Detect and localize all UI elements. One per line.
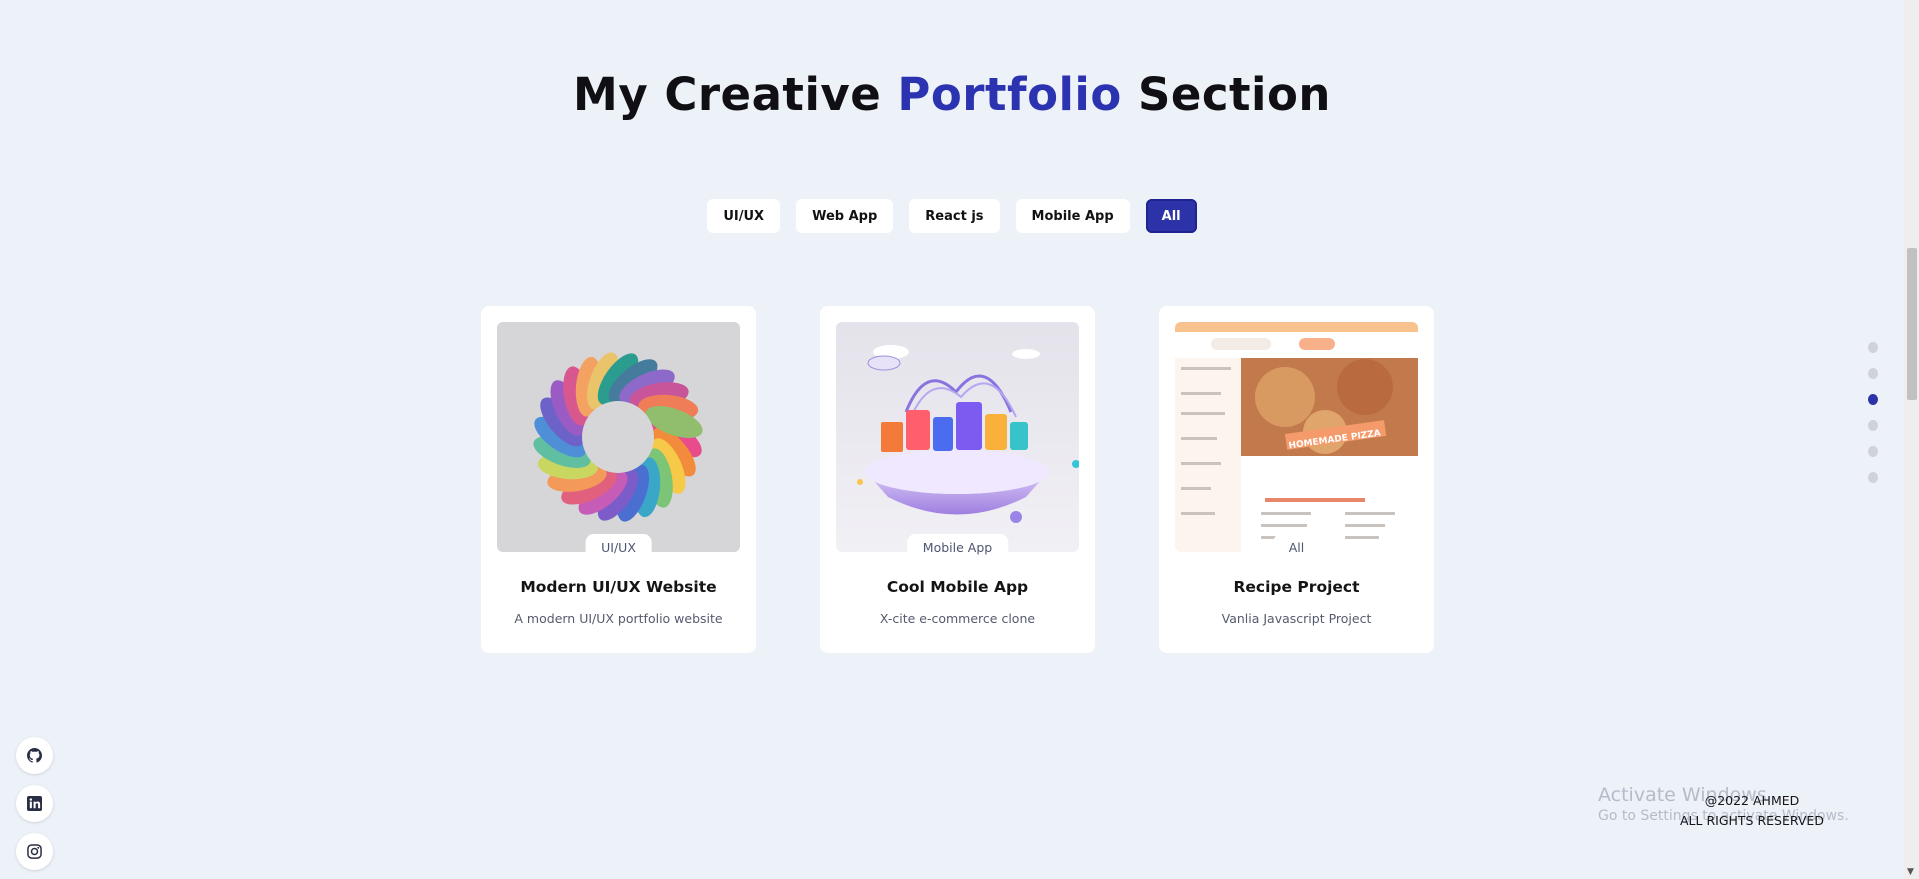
card-subtitle: X-cite e-commerce clone	[879, 611, 1036, 626]
card-title: Cool Mobile App	[886, 578, 1029, 596]
nav-dot[interactable]	[1868, 368, 1878, 379]
scroll-down-arrow-icon[interactable]: ▼	[1907, 867, 1914, 877]
card-image-play-island	[836, 322, 1079, 552]
filter-webapp-button[interactable]: Web App	[796, 199, 894, 233]
copyright-line-1: @2022 AHMED	[1704, 793, 1800, 808]
card-tag: Mobile App	[906, 534, 1009, 557]
filter-bar: UI/UX Web App React js Mobile App All	[0, 199, 1904, 233]
portfolio-grid: UI/UX Modern UI/UX Website A modern UI/U…	[481, 306, 1434, 653]
portfolio-card-uiux[interactable]: UI/UX Modern UI/UX Website A modern UI/U…	[481, 306, 756, 653]
copyright-text: @2022 AHMED ALL RIGHTS RESERVED	[1680, 791, 1824, 831]
card-tag: UI/UX	[585, 534, 652, 557]
section-title: My Creative Portfolio Section	[0, 68, 1904, 121]
nav-dot[interactable]	[1868, 472, 1878, 483]
card-title: Modern UI/UX Website	[520, 578, 717, 596]
scrollbar-thumb[interactable]	[1907, 248, 1917, 400]
card-tag: All	[1272, 534, 1321, 557]
section-title-suffix: Section	[1137, 68, 1331, 121]
portfolio-page: My Creative Portfolio Section UI/UX Web …	[0, 0, 1919, 879]
nav-dot[interactable]	[1868, 446, 1878, 457]
copyright-line-2: ALL RIGHTS RESERVED	[1680, 813, 1824, 828]
section-nav-dots	[1868, 342, 1878, 483]
card-subtitle: Vanlia Javascript Project	[1221, 611, 1372, 626]
social-links	[16, 737, 53, 870]
filter-uiux-button[interactable]: UI/UX	[707, 199, 781, 233]
section-title-accent: Portfolio	[897, 68, 1122, 121]
linkedin-icon[interactable]	[16, 785, 53, 822]
section-title-prefix: My Creative	[573, 68, 882, 121]
card-image-recipe-site: HOMEMADE PIZZA	[1175, 322, 1418, 552]
filter-reactjs-button[interactable]: React js	[909, 199, 1000, 233]
nav-dot[interactable]	[1868, 420, 1878, 431]
page-scrollbar[interactable]: ▼	[1904, 0, 1919, 879]
portfolio-card-recipe[interactable]: HOMEMADE PIZZA All Recipe Project Vanlia…	[1159, 306, 1434, 653]
nav-dot-active[interactable]	[1868, 394, 1878, 405]
filter-all-button[interactable]: All	[1145, 199, 1197, 233]
card-subtitle: A modern UI/UX portfolio website	[514, 611, 723, 626]
card-image-swirl	[497, 322, 740, 552]
nav-dot[interactable]	[1868, 342, 1878, 353]
filter-mobileapp-button[interactable]: Mobile App	[1015, 199, 1130, 233]
github-icon[interactable]	[16, 737, 53, 774]
portfolio-card-mobile[interactable]: Mobile App Cool Mobile App X-cite e-comm…	[820, 306, 1095, 653]
card-title: Recipe Project	[1233, 578, 1360, 596]
instagram-icon[interactable]	[16, 833, 53, 870]
